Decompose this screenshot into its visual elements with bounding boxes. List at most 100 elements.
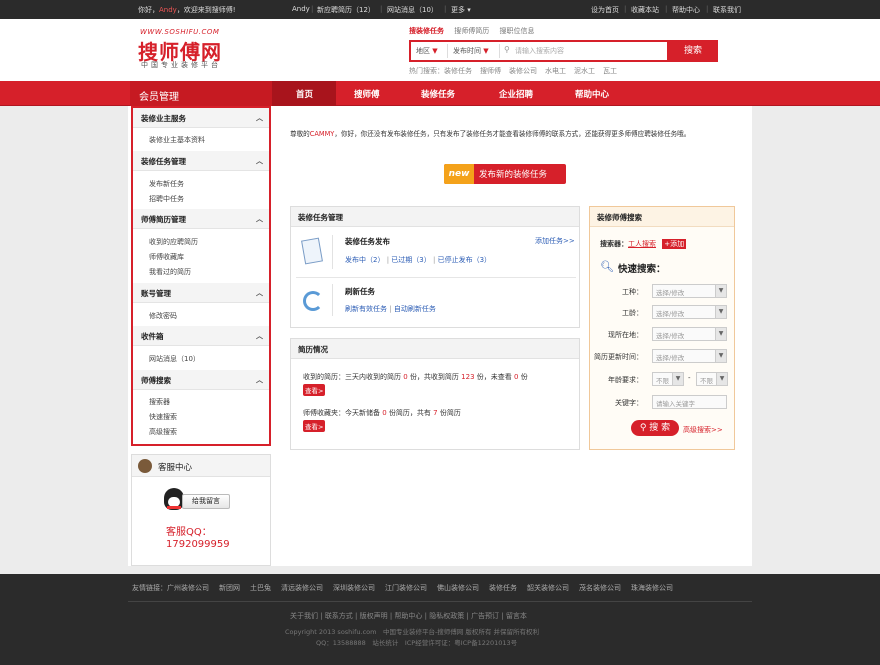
sidebar-section-task[interactable]: 装修任务管理 ︿ [133,151,269,171]
nav-recruit[interactable]: 企业招聘 [499,88,533,100]
age-to-select[interactable]: 不限 ▼ [696,372,728,386]
tab-search-resume[interactable]: 搜师傅简历 [454,27,489,35]
copyright-link[interactable]: 版权声明 [360,612,388,620]
user-link[interactable]: Andy [159,6,177,14]
search-button[interactable]: 搜索 [668,40,718,62]
friend-link[interactable]: 珠海装修公司 [631,584,673,592]
publish-new-task-button[interactable]: new 发布新的装修任务 [444,164,566,184]
sidebar-section-master-search[interactable]: 师傅搜索 ︿ [133,370,269,390]
sidebar-section-resume[interactable]: 师傅简历管理 ︿ [133,209,269,229]
hot-search-item[interactable]: 泥水工 [574,67,595,75]
ad-link[interactable]: 广告预订 [471,612,499,620]
favorites-summary: 师傅收藏夹：今天新储备 0 份简历，共有 7 份简历 [303,409,461,417]
field-label-trade: 工种： [622,288,643,296]
publish-time-select[interactable]: 发布时间 ▼ [453,46,489,56]
site-message-link[interactable]: 网站消息（10） [387,5,438,15]
refresh-icon [303,291,323,311]
refresh-links: 刷新有效任务 | 自动刷新任务 [345,305,436,313]
friend-links: 友情链接：广州装修公司 新团网 土巴兔 清远装修公司 深圳装修公司 江门装修公司 佛山装修公… [132,584,673,592]
contact-method-link[interactable]: 联系方式 [325,612,353,620]
help-link[interactable]: 帮助中心 [672,5,700,15]
member-management-title: 会员管理 [130,81,272,106]
chevron-down-icon: ▼ [715,328,726,340]
sidebar-section-inbox[interactable]: 收件箱 ︿ [133,326,269,346]
leave-message-button[interactable]: 给我留言 [182,494,230,509]
quick-search-button[interactable]: ⚲ 搜 索 [631,420,679,436]
about-link[interactable]: 关于我们 [290,612,318,620]
add-task-link[interactable]: 添加任务>> [535,236,575,246]
sidebar-item-advanced-search[interactable]: 高级搜索 [149,427,177,437]
quick-search-title: 快速搜索： [618,264,666,275]
location-select[interactable]: 选择/修改 ▼ [652,327,727,341]
sidebar-section-owner[interactable]: 装修业主服务 ︿ [133,108,269,128]
sidebar-item-owner-profile[interactable]: 装修业主基本资料 [149,135,205,145]
friend-link[interactable]: 佛山装修公司 [437,584,479,592]
sidebar-item-new-task[interactable]: 发布新任务 [149,179,184,189]
welcome-text: 你好，Andy，欢迎来到搜师傅! [138,6,236,14]
experience-select[interactable]: 选择/修改 ▼ [652,305,727,319]
new-resume-link[interactable]: 新应聘简历（12） [317,5,375,15]
sidebar-section-account[interactable]: 账号管理 ︿ [133,283,269,303]
sidebar-item-received-resume[interactable]: 收到的应聘简历 [149,237,198,247]
update-time-select[interactable]: 选择/修改 ▼ [652,349,727,363]
privacy-link[interactable]: 隐私权政策 [429,612,464,620]
friend-link[interactable]: 土巴兔 [250,584,271,592]
worker-search-link[interactable]: 工人搜索 [628,240,656,248]
sidebar-item-change-password[interactable]: 修改密码 [149,311,177,321]
contact-link[interactable]: 联系我们 [713,5,741,15]
friend-link[interactable]: 装修任务 [489,584,517,592]
username[interactable]: Andy [292,5,310,13]
age-from-select[interactable]: 不限 ▼ [652,372,684,386]
bookmark-link[interactable]: 收藏本站 [631,5,659,15]
nav-search-master[interactable]: 搜师傅 [354,88,380,100]
hot-search-item[interactable]: 瓦工 [603,67,617,75]
sidebar-item-searcher[interactable]: 搜索器 [149,397,170,407]
publishing-link[interactable]: 发布中（2） [345,256,384,264]
refresh-valid-link[interactable]: 刷新有效任务 [345,305,387,313]
tab-search-task[interactable]: 搜装修任务 [409,27,444,35]
customer-service-box: 客服中心 给我留言 客服QQ： 1792099959 [131,454,271,566]
more-menu[interactable]: 更多 ▾ [451,5,471,15]
nav-help[interactable]: 帮助中心 [575,88,609,100]
add-searcher-button[interactable]: +添加 [662,239,687,249]
friend-link[interactable]: 深圳装修公司 [333,584,375,592]
expired-link[interactable]: 已过期（3） [391,256,430,264]
hot-search-item[interactable]: 装修任务 [444,67,472,75]
friend-link[interactable]: 茂名装修公司 [579,584,621,592]
stopped-link[interactable]: 已停止发布（3） [438,256,491,264]
guestbook-link[interactable]: 留言本 [506,612,527,620]
search-icon: ⚲ [504,45,510,54]
hot-search-item[interactable]: 装修公司 [509,67,537,75]
friend-link[interactable]: 新团网 [219,584,240,592]
sidebar-item-viewed-resume[interactable]: 我看过的简历 [149,267,191,277]
auto-refresh-link[interactable]: 自动刷新任务 [394,305,436,313]
qq-label: 客服QQ： [166,527,212,538]
view-favorites-button[interactable]: 查看> [303,420,326,432]
view-received-button[interactable]: 查看> [303,384,326,396]
footer: 友情链接：广州装修公司 新团网 土巴兔 清远装修公司 深圳装修公司 江门装修公司 佛山装修公… [0,574,880,665]
sidebar-item-quick-search[interactable]: 快速搜索 [149,412,177,422]
sidebar-item-site-message[interactable]: 网站消息（10） [149,354,200,364]
keyword-input[interactable]: 请输入关键字 [652,395,727,409]
friend-link[interactable]: 韶关装修公司 [527,584,569,592]
footer-help-link[interactable]: 帮助中心 [394,612,422,620]
set-home-link[interactable]: 设为首页 [591,5,619,15]
advanced-search-link[interactable]: 高级搜索>> [683,425,723,435]
region-select[interactable]: 地区 ▼ [416,46,438,56]
sidebar-item-recruiting-task[interactable]: 招聘中任务 [149,194,184,204]
search-input[interactable]: 请输入搜索内容 [515,46,564,56]
friend-link[interactable]: 广州装修公司 [167,584,209,592]
nav-home[interactable]: 首页 [296,88,313,100]
hot-search-item[interactable]: 搜师傅 [480,67,501,75]
logo-slogan: 中国专业装修平台 [141,61,221,69]
tab-search-job[interactable]: 搜职位信息 [499,27,534,35]
sidebar-item-favorites[interactable]: 师傅收藏库 [149,252,184,262]
friend-link[interactable]: 清远装修公司 [281,584,323,592]
field-label-experience: 工龄： [622,309,643,317]
trade-select[interactable]: 选择/修改 ▼ [652,284,727,298]
field-label-age: 年龄要求： [608,376,643,384]
search-box: 地区 ▼ 发布时间 ▼ ⚲ 请输入搜索内容 [409,40,669,62]
friend-link[interactable]: 江门装修公司 [385,584,427,592]
nav-tasks[interactable]: 装修任务 [421,88,455,100]
hot-search-item[interactable]: 水电工 [545,67,566,75]
